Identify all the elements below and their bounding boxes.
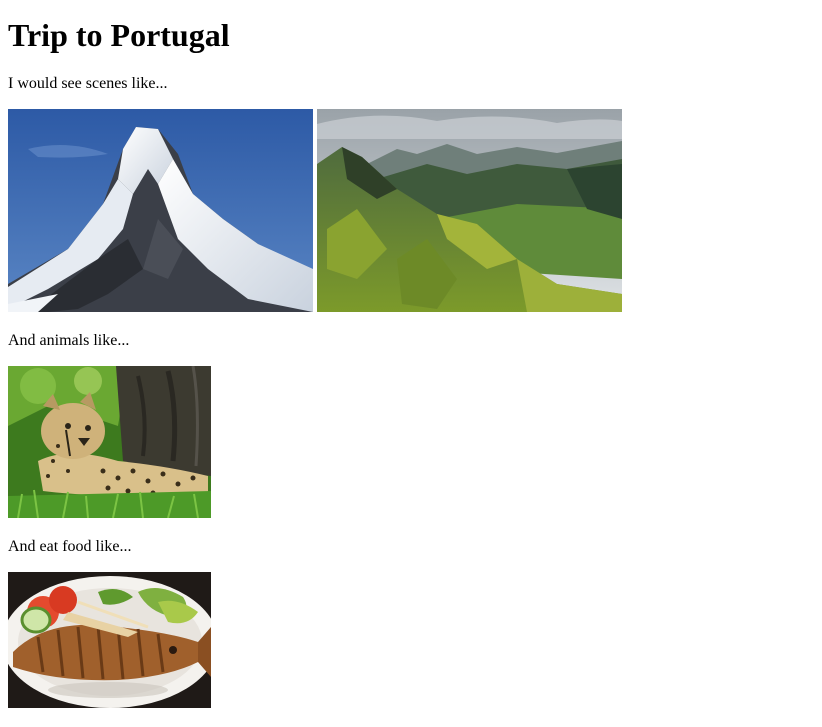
grilled-fish-image — [8, 572, 211, 708]
cheetah-image — [8, 366, 211, 518]
scenes-intro-text: I would see scenes like... — [8, 75, 168, 92]
food-intro-text: And eat food like... — [8, 538, 132, 555]
mountain-peak-image — [8, 109, 313, 312]
page-content: Trip to Portugal I would see scenes like… — [8, 0, 814, 727]
page-title: Trip to Portugal — [8, 17, 230, 53]
animals-intro-text: And animals like... — [8, 332, 130, 349]
green-valley-image — [317, 109, 622, 312]
